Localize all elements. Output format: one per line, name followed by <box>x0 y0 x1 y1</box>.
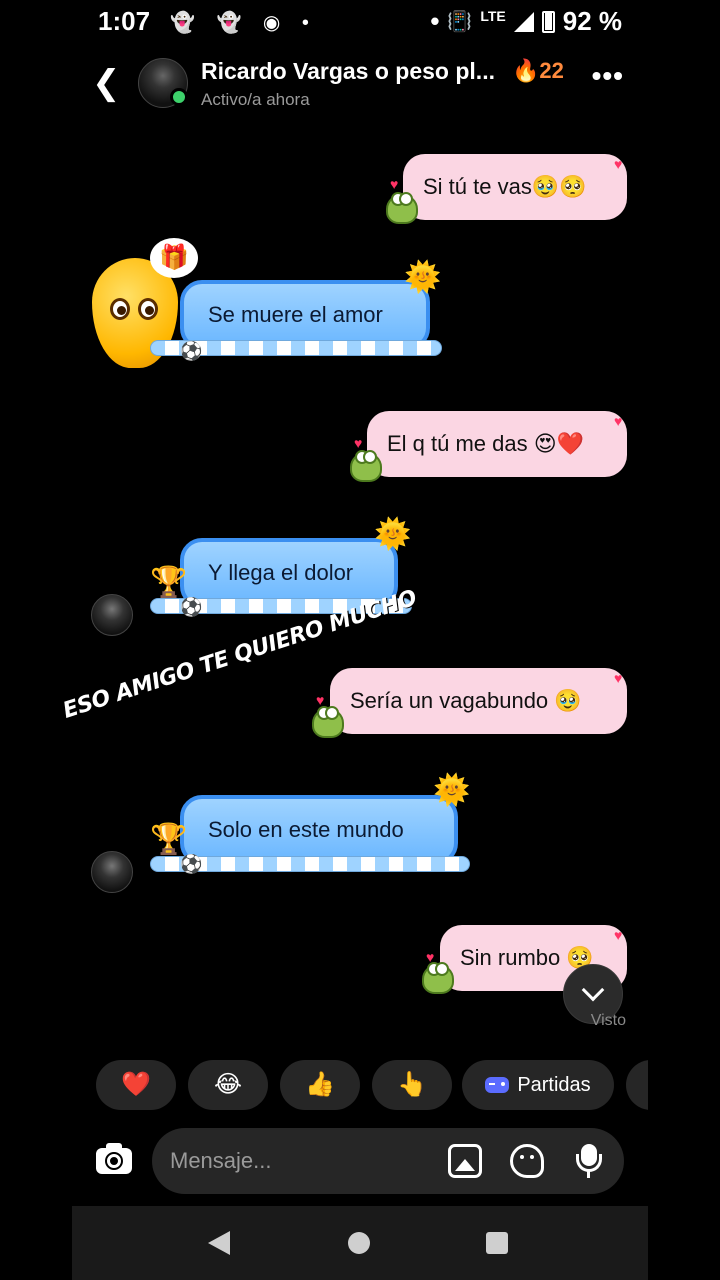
frog-sticker-icon <box>422 962 454 994</box>
soccer-ball-icon: ⚽ <box>180 597 203 617</box>
sun-icon: 🌞 <box>404 261 442 294</box>
heart-icon: ♥ <box>614 927 623 943</box>
heart-icon: ♥ <box>614 156 623 172</box>
contact-avatar-small[interactable] <box>91 851 133 893</box>
heart-icon: ♥ <box>354 435 363 451</box>
nav-back-icon[interactable] <box>208 1231 230 1255</box>
status-bar: 1:07 👻 👻 ◉ • • 📳 LTE 92 % <box>0 0 720 42</box>
message-bubble-sent[interactable]: El q tú me das 😍❤️ <box>367 411 627 477</box>
frog-sticker-icon <box>386 192 418 224</box>
quick-reply-more[interactable] <box>626 1060 648 1110</box>
nav-recents-icon[interactable] <box>486 1232 508 1254</box>
more-options-icon[interactable]: ••• <box>592 60 624 92</box>
heart-icon: ♥ <box>390 176 399 192</box>
status-right: • 📳 LTE 92 % <box>430 6 622 37</box>
seen-label: Visto <box>590 1012 626 1029</box>
quick-reply-bar: ❤️ 😂 👍 👆 Partidas <box>96 1060 648 1110</box>
message-input[interactable] <box>170 1128 430 1194</box>
games-label: Partidas <box>517 1074 591 1096</box>
heart-icon: ♥ <box>614 413 623 429</box>
online-indicator <box>170 88 188 106</box>
contact-status: Activo/a ahora <box>201 90 310 109</box>
system-nav-bar <box>72 1206 648 1280</box>
heart-icon: ♥ <box>614 670 623 686</box>
network-type: LTE <box>480 7 506 24</box>
battery-level: 92 % <box>562 6 622 36</box>
gift-icon: 🎁 <box>150 238 198 278</box>
chat-header: ❮ Ricardo Vargas o peso pl... 🔥22 Activo… <box>72 52 648 118</box>
nav-home-icon[interactable] <box>348 1232 370 1254</box>
sticker-icon[interactable] <box>510 1144 544 1178</box>
microphone-icon[interactable] <box>572 1144 606 1178</box>
games-button[interactable]: Partidas <box>462 1060 614 1110</box>
sun-icon: 🌞 <box>374 518 412 551</box>
quick-reply-point-up[interactable]: 👆 <box>372 1060 452 1110</box>
frog-sticker-icon <box>350 450 382 482</box>
frog-sticker-icon <box>312 706 344 738</box>
battery-icon <box>541 10 555 33</box>
message-bubble-received[interactable]: Solo en este mundo <box>180 795 458 865</box>
message-composer <box>152 1128 624 1194</box>
streak-badge: 🔥22 <box>512 58 564 83</box>
contact-avatar-small[interactable] <box>91 594 133 636</box>
trophy-icon: 🏆 <box>150 566 188 599</box>
soccer-ball-icon: ⚽ <box>180 341 203 361</box>
gamepad-icon <box>485 1077 510 1093</box>
signal-icon <box>513 11 534 32</box>
quick-reply-thumbs-up[interactable]: 👍 <box>280 1060 360 1110</box>
gallery-icon[interactable] <box>448 1144 482 1178</box>
chevron-down-icon <box>581 978 605 1002</box>
vibrate-icon: 📳 <box>447 11 473 33</box>
dot-icon: • <box>430 6 440 36</box>
sun-icon: 🌞 <box>433 774 471 807</box>
quick-reply-heart[interactable]: ❤️ <box>96 1060 176 1110</box>
notification-icons: 👻 👻 ◉ • <box>170 12 317 34</box>
quick-reply-laugh[interactable]: 😂 <box>188 1060 268 1110</box>
message-bubble-sent[interactable]: Si tú te vas🥹🥺 <box>403 154 627 220</box>
trophy-icon: 🏆 <box>150 823 188 856</box>
message-bubble-sent[interactable]: Sería un vagabundo 🥹 <box>330 668 627 734</box>
camera-icon[interactable] <box>96 1140 134 1180</box>
contact-name[interactable]: Ricardo Vargas o peso pl... <box>201 58 495 85</box>
status-time: 1:07 <box>98 6 151 36</box>
soccer-ball-icon: ⚽ <box>180 854 203 874</box>
back-arrow-icon[interactable]: ❮ <box>92 66 121 100</box>
